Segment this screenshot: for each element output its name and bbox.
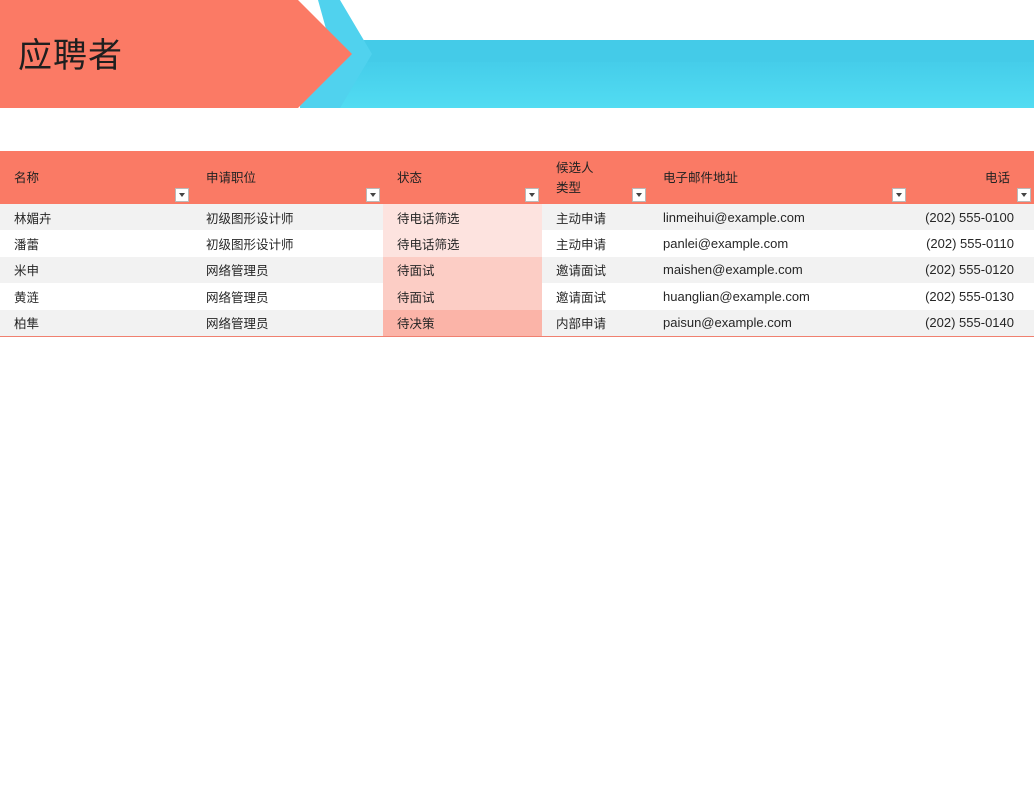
applicants-sheet: 应聘者 名称 申请职位 状态 候选人 类型 电子邮件地址 电话 林媚卉 初级图形… (0, 0, 1034, 800)
cell-phone[interactable]: (202) 555-0110 (909, 230, 1034, 257)
cell-position[interactable]: 网络管理员 (192, 283, 383, 310)
column-header-label: 状态 (397, 170, 423, 185)
cell-email[interactable]: panlei@example.com (649, 230, 909, 257)
column-header-label: 电话 (984, 170, 1010, 185)
cell-position[interactable]: 网络管理员 (192, 256, 383, 284)
cell-status[interactable]: 待电话筛选 (383, 230, 542, 257)
cell-name[interactable]: 米申 (0, 256, 192, 284)
filter-dropdown-icon[interactable] (1017, 188, 1031, 202)
cell-candidate-type[interactable]: 内部申请 (542, 309, 649, 336)
applicants-table-wrapper: 名称 申请职位 状态 候选人 类型 电子邮件地址 电话 林媚卉 初级图形设计师 … (0, 151, 1034, 337)
cell-name[interactable]: 林媚卉 (0, 204, 192, 231)
cell-position[interactable]: 初级图形设计师 (192, 204, 383, 231)
cell-email[interactable]: linmeihui@example.com (649, 204, 909, 231)
cell-phone[interactable]: (202) 555-0100 (909, 204, 1034, 231)
cell-candidate-type[interactable]: 主动申请 (542, 230, 649, 257)
cell-phone[interactable]: (202) 555-0130 (909, 283, 1034, 310)
filter-dropdown-icon[interactable] (892, 188, 906, 202)
cell-name[interactable]: 潘蕾 (0, 230, 192, 257)
filter-dropdown-icon[interactable] (366, 188, 380, 202)
page-title: 应聘者 (18, 36, 123, 76)
column-header-position: 申请职位 (192, 151, 383, 204)
column-header-status: 状态 (383, 151, 542, 204)
applicants-table: 名称 申请职位 状态 候选人 类型 电子邮件地址 电话 林媚卉 初级图形设计师 … (0, 151, 1034, 336)
filter-dropdown-icon[interactable] (632, 188, 646, 202)
table-row: 潘蕾 初级图形设计师 待电话筛选 主动申请 panlei@example.com… (0, 230, 1034, 257)
cell-email[interactable]: maishen@example.com (649, 256, 909, 284)
cell-name[interactable]: 柏隼 (0, 309, 192, 336)
blue-ribbon-top (300, 40, 1034, 62)
column-header-label: 名称 (14, 170, 40, 185)
column-header-name: 名称 (0, 151, 192, 204)
column-header-phone: 电话 (909, 151, 1034, 204)
filter-dropdown-icon[interactable] (525, 188, 539, 202)
cell-candidate-type[interactable]: 主动申请 (542, 204, 649, 231)
cell-candidate-type[interactable]: 邀请面试 (542, 283, 649, 310)
table-row: 林媚卉 初级图形设计师 待电话筛选 主动申请 linmeihui@example… (0, 204, 1034, 231)
cell-position[interactable]: 初级图形设计师 (192, 230, 383, 257)
cell-candidate-type[interactable]: 邀请面试 (542, 256, 649, 284)
table-row: 柏隼 网络管理员 待决策 内部申请 paisun@example.com (20… (0, 309, 1034, 336)
column-header-email: 电子邮件地址 (649, 151, 909, 204)
cell-status[interactable]: 待面试 (383, 256, 542, 284)
column-header-label: 候选人 类型 (556, 160, 594, 195)
column-header-candidate-type: 候选人 类型 (542, 151, 649, 204)
table-row: 黄涟 网络管理员 待面试 邀请面试 huanglian@example.com … (0, 283, 1034, 310)
header-row: 名称 申请职位 状态 候选人 类型 电子邮件地址 电话 (0, 151, 1034, 204)
cell-status[interactable]: 待电话筛选 (383, 204, 542, 231)
filter-dropdown-icon[interactable] (175, 188, 189, 202)
column-header-label: 电子邮件地址 (663, 170, 739, 185)
cell-phone[interactable]: (202) 555-0140 (909, 309, 1034, 336)
title-banner: 应聘者 (0, 0, 1034, 108)
table-row: 米申 网络管理员 待面试 邀请面试 maishen@example.com (2… (0, 256, 1034, 284)
table-body: 林媚卉 初级图形设计师 待电话筛选 主动申请 linmeihui@example… (0, 204, 1034, 336)
cell-position[interactable]: 网络管理员 (192, 309, 383, 336)
cell-status[interactable]: 待面试 (383, 283, 542, 310)
banner-graphic (0, 0, 1034, 108)
cell-phone[interactable]: (202) 555-0120 (909, 256, 1034, 284)
column-header-label: 申请职位 (206, 170, 257, 185)
cell-email[interactable]: paisun@example.com (649, 309, 909, 336)
cell-email[interactable]: huanglian@example.com (649, 283, 909, 310)
cell-status[interactable]: 待决策 (383, 309, 542, 336)
cell-name[interactable]: 黄涟 (0, 283, 192, 310)
